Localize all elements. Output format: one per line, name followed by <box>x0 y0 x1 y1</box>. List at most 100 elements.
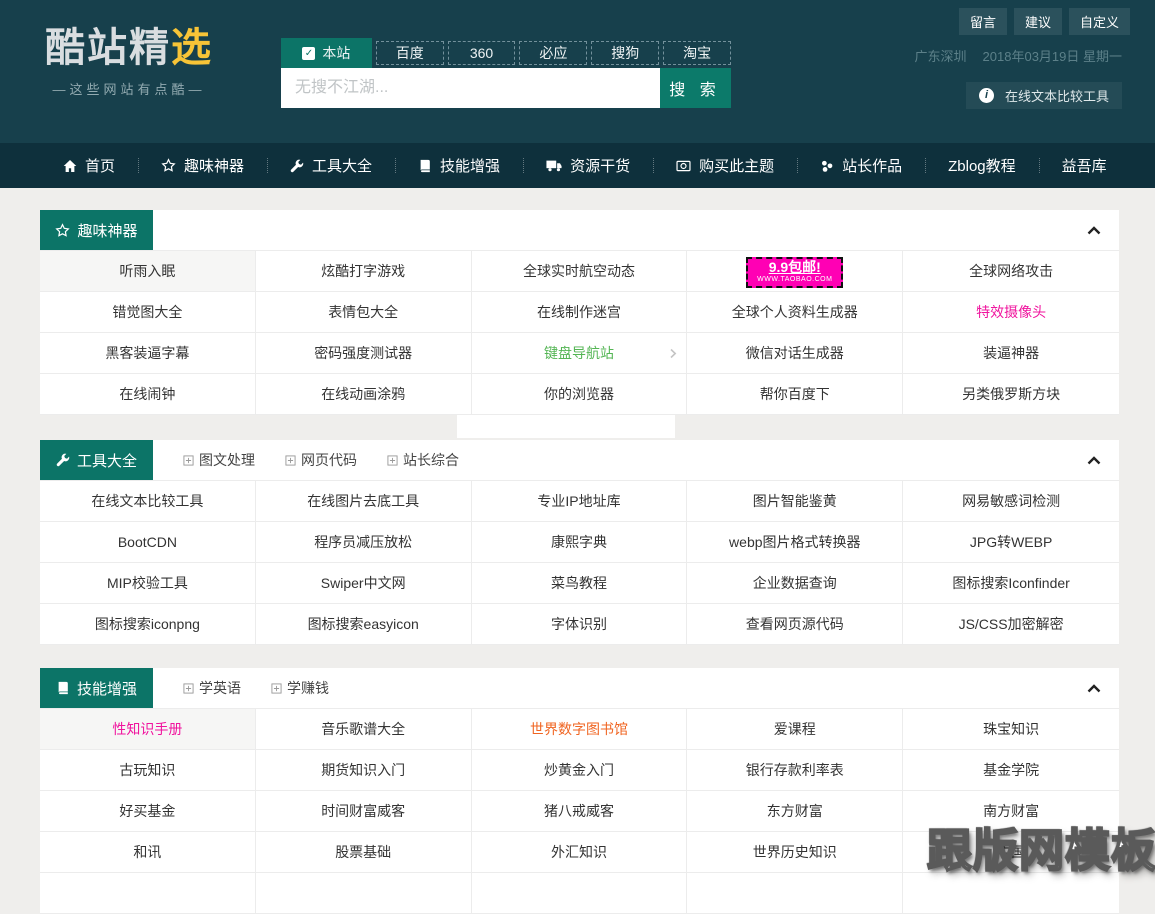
link-cell[interactable]: 你的浏览器 <box>471 374 688 415</box>
link-cell[interactable]: 东方财富 <box>687 791 904 832</box>
link-cell[interactable]: 猪八戒威客 <box>471 791 688 832</box>
link-cell[interactable]: 爱课程 <box>687 709 904 750</box>
link-cell[interactable]: 错觉图大全 <box>40 292 256 333</box>
customize-button[interactable]: 自定义 <box>1068 8 1130 35</box>
logo-subtitle: —这些网站有点酷— <box>52 82 206 97</box>
search-tab-3[interactable]: 必应 <box>519 41 588 65</box>
link-cell[interactable]: 图标搜索iconpng <box>40 604 256 645</box>
link-cell[interactable]: 银行存款利率表 <box>687 750 904 791</box>
link-cell[interactable]: BootCDN <box>40 522 256 563</box>
link-cell[interactable]: 帮你百度下 <box>687 374 904 415</box>
search-tab-4[interactable]: 搜狗 <box>591 41 660 65</box>
subtab-1-2[interactable]: 站长综合 <box>387 450 459 470</box>
link-cell[interactable]: 炫酷打字游戏 <box>255 251 472 292</box>
search-input[interactable] <box>281 68 660 108</box>
link-label: 图片智能鉴黄 <box>752 493 837 509</box>
link-cell[interactable]: 好买基金 <box>40 791 256 832</box>
link-cell[interactable]: 康熙字典 <box>471 522 688 563</box>
link-label: 基金学院 <box>983 762 1040 778</box>
link-cell[interactable]: 全球实时航空动态 <box>471 251 688 292</box>
subtab-2-0[interactable]: 学英语 <box>183 678 241 698</box>
date-text: 2018年03月19日 星期一 <box>982 49 1122 64</box>
link-cell[interactable]: 字体识别 <box>471 604 688 645</box>
link-cell[interactable]: 性知识手册 <box>40 709 256 750</box>
search-tab-5[interactable]: 淘宝 <box>663 41 731 65</box>
link-cell[interactable]: 企业数据查询 <box>687 563 904 604</box>
subtab-1-0[interactable]: 图文处理 <box>183 450 255 470</box>
search-tab-0[interactable]: 本站 <box>281 38 372 68</box>
link-cell[interactable]: 珠宝知识 <box>903 709 1119 750</box>
link-cell[interactable]: 听雨入眠 <box>40 251 256 292</box>
subtab-1-1[interactable]: 网页代码 <box>285 450 357 470</box>
link-cell[interactable]: MIP校验工具 <box>40 563 256 604</box>
nav-tools[interactable]: 工具大全 <box>267 143 395 188</box>
notice-bar[interactable]: 在线文本比较工具 <box>965 82 1122 109</box>
link-label: 微信对话生成器 <box>745 345 844 361</box>
link-cell[interactable]: 音乐歌谱大全 <box>255 709 472 750</box>
suggest-button[interactable]: 建议 <box>1013 8 1062 35</box>
nav-zblog-tutorial[interactable]: Zblog教程 <box>925 143 1039 188</box>
link-cell[interactable]: 密码强度测试器 <box>255 333 472 374</box>
link-cell[interactable]: 外汇知识 <box>471 832 688 873</box>
link-cell[interactable]: 黑客装逼字幕 <box>40 333 256 374</box>
nav-webmaster-works[interactable]: 站长作品 <box>797 143 925 188</box>
nav-fun-tools[interactable]: 趣味神器 <box>138 143 267 188</box>
nav-yiwuku[interactable]: 益吾库 <box>1038 143 1130 188</box>
link-cell[interactable]: JS/CSS加密解密 <box>903 604 1119 645</box>
link-cell[interactable]: 期货知识入门 <box>255 750 472 791</box>
taobao-ad-cell[interactable]: 9.9包邮! WWW.TAOBAO.COM <box>687 251 904 292</box>
link-cell[interactable]: 股票基础 <box>255 832 472 873</box>
section-tools-tab[interactable]: 工具大全 <box>40 440 153 480</box>
link-cell[interactable]: 世界历史知识 <box>687 832 904 873</box>
link-cell[interactable]: webp图片格式转换器 <box>687 522 904 563</box>
link-cell[interactable]: 另类俄罗斯方块 <box>903 374 1119 415</box>
link-label: 东方财富 <box>766 803 823 819</box>
link-cell[interactable]: 特效摄像头 <box>903 292 1119 333</box>
nav-skills[interactable]: 技能增强 <box>395 143 523 188</box>
link-cell[interactable]: 在线动画涂鸦 <box>255 374 472 415</box>
link-cell[interactable]: 表情包大全 <box>255 292 472 333</box>
link-cell[interactable]: 图片智能鉴黄 <box>687 481 904 522</box>
nav-buy-theme[interactable]: 购买此主题 <box>653 143 797 188</box>
search-tab-2[interactable]: 360 <box>447 41 516 65</box>
link-cell[interactable]: 查看网页源代码 <box>687 604 904 645</box>
site-logo[interactable]: 酷站精选 —这些网站有点酷— <box>45 26 213 98</box>
search-button[interactable]: 搜 索 <box>660 68 731 108</box>
link-cell[interactable]: 古玩知识 <box>40 750 256 791</box>
link-cell[interactable]: 键盘导航站 <box>471 333 688 374</box>
link-cell[interactable]: 和讯 <box>40 832 256 873</box>
nav-home[interactable]: 首页 <box>40 143 138 188</box>
link-cell[interactable]: 图标搜索easyicon <box>255 604 472 645</box>
link-cell[interactable]: 程序员减压放松 <box>255 522 472 563</box>
collapse-button[interactable] <box>1087 455 1119 465</box>
link-cell[interactable]: JPG转WEBP <box>903 522 1119 563</box>
taobao-ad-banner[interactable]: 9.9包邮! WWW.TAOBAO.COM <box>746 256 844 288</box>
link-cell[interactable]: 时间财富威客 <box>255 791 472 832</box>
chevron-up-icon <box>1087 455 1101 465</box>
link-cell[interactable]: 在线图片去底工具 <box>255 481 472 522</box>
link-cell[interactable]: 网易敏感词检测 <box>903 481 1119 522</box>
search-tab-1[interactable]: 百度 <box>375 41 444 65</box>
collapse-button[interactable] <box>1087 683 1119 693</box>
link-cell[interactable]: 全球个人资料生成器 <box>687 292 904 333</box>
link-cell[interactable]: 在线闹钟 <box>40 374 256 415</box>
link-cell[interactable]: 专业IP地址库 <box>471 481 688 522</box>
link-cell[interactable]: 在线制作迷宫 <box>471 292 688 333</box>
link-cell[interactable]: 在线文本比较工具 <box>40 481 256 522</box>
section-fun-tools-tab[interactable]: 趣味神器 <box>40 210 153 250</box>
message-button[interactable]: 留言 <box>958 8 1007 35</box>
link-cell[interactable]: 全球网络攻击 <box>903 251 1119 292</box>
section-skills-tab[interactable]: 技能增强 <box>40 668 153 708</box>
link-cell[interactable]: 炒黄金入门 <box>471 750 688 791</box>
ad-line2: WWW.TAOBAO.COM <box>757 275 833 283</box>
link-cell[interactable]: 微信对话生成器 <box>687 333 904 374</box>
link-cell[interactable]: 图标搜索Iconfinder <box>903 563 1119 604</box>
link-cell[interactable]: 世界数字图书馆 <box>471 709 688 750</box>
collapse-button[interactable] <box>1087 225 1119 235</box>
link-cell[interactable]: 基金学院 <box>903 750 1119 791</box>
link-cell[interactable]: 装逼神器 <box>903 333 1119 374</box>
subtab-2-1[interactable]: 学赚钱 <box>271 678 329 698</box>
link-cell[interactable]: 菜鸟教程 <box>471 563 688 604</box>
nav-resources[interactable]: 资源干货 <box>523 143 653 188</box>
link-cell[interactable]: Swiper中文网 <box>255 563 472 604</box>
